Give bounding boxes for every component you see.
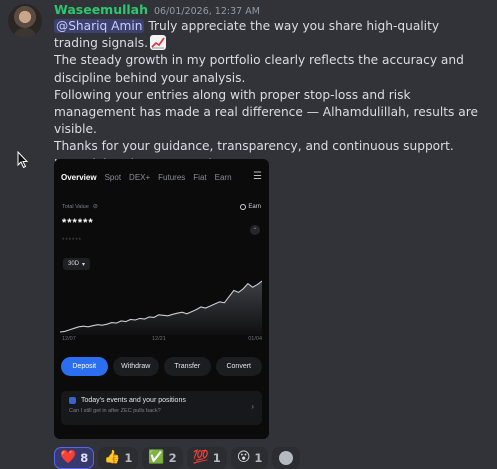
user-avatar[interactable] [8, 4, 42, 38]
message: Waseemullah 06/01/2026, 12:37 AM @Shariq… [54, 2, 484, 173]
events-subtitle: Can I still get in after ZEC pulls back? [69, 408, 161, 414]
events-title: Today's events and your positions [81, 397, 186, 404]
total-value-row: Total Value ⊘ Earn [62, 203, 261, 210]
total-value-label: Total Value [62, 203, 89, 210]
earn-label: Earn [248, 203, 261, 210]
chart-increasing-emoji [150, 35, 166, 51]
tab-spot[interactable]: Spot [105, 173, 121, 182]
convert-button[interactable]: Convert [215, 357, 262, 376]
heart-emoji-icon: ❤️ [60, 450, 77, 465]
check-mark-emoji-icon: ✅ [148, 450, 165, 465]
balance-masked: ****** [62, 217, 94, 229]
portfolio-chart [60, 280, 262, 335]
user-mention[interactable]: @Shariq Amin [54, 19, 145, 33]
add-reaction-icon [279, 451, 294, 465]
chevron-up-icon[interactable]: ⌃ [250, 225, 260, 235]
chart-area-fill [60, 281, 262, 335]
events-icon [69, 397, 76, 404]
reaction-count: 1 [124, 451, 133, 465]
tab-overview[interactable]: Overview [61, 173, 97, 182]
events-title-row: Today's events and your positions [69, 397, 254, 404]
mouse-cursor-icon [17, 151, 29, 169]
withdraw-button[interactable]: Withdraw [112, 357, 159, 376]
reaction-hundred-points[interactable]: 💯 1 [186, 447, 227, 469]
tab-futures[interactable]: Futures [158, 173, 185, 182]
reaction-thumbs-up[interactable]: 👍 1 [98, 447, 139, 469]
period-selector[interactable]: 30D ▾ [63, 258, 91, 270]
hushed-face-emoji-icon: 😮 [236, 450, 251, 465]
reaction-count: 8 [80, 451, 89, 465]
portfolio-tabs: Overview Spot DEX+ Futures Fiat Earn ☰ [54, 159, 269, 183]
username[interactable]: Waseemullah [54, 2, 148, 17]
message-paragraph: The steady growth in my portfolio clearl… [54, 53, 464, 85]
chevron-right-icon: › [251, 402, 254, 411]
reaction-hushed-face[interactable]: 😮 1 [230, 447, 269, 469]
tab-dex[interactable]: DEX+ [129, 173, 150, 182]
x-tick-label: 12/21 [152, 336, 166, 342]
earn-icon [240, 203, 247, 210]
reaction-check-mark[interactable]: ✅ 2 [142, 447, 183, 469]
thumbs-up-emoji-icon: 👍 [104, 450, 121, 465]
deposit-button[interactable]: Deposit [61, 357, 108, 376]
sub-balance-masked: ****** [62, 238, 83, 244]
reaction-count: 1 [212, 451, 221, 465]
caret-down-icon: ▾ [82, 261, 86, 268]
add-reaction-button[interactable] [272, 447, 301, 469]
menu-icon[interactable]: ☰ [253, 172, 262, 182]
tab-earn[interactable]: Earn [215, 173, 232, 182]
reaction-heart[interactable]: ❤️ 8 [54, 447, 95, 469]
tab-fiat[interactable]: Fiat [193, 173, 206, 182]
period-label: 30D [68, 261, 80, 267]
action-buttons: Deposit Withdraw Transfer Convert [61, 357, 262, 376]
earn-link[interactable]: Earn [240, 203, 261, 210]
x-tick-label: 12/07 [62, 336, 76, 342]
transfer-button[interactable]: Transfer [164, 357, 211, 376]
hundred-points-emoji-icon: 💯 [192, 450, 209, 465]
image-attachment[interactable]: Overview Spot DEX+ Futures Fiat Earn ☰ T… [54, 159, 269, 439]
hide-balance-icon[interactable]: ⊘ [93, 203, 98, 210]
message-content: @Shariq Amin Truly appreciate the way yo… [54, 18, 484, 173]
message-paragraph: @Shariq Amin Truly appreciate the way yo… [54, 18, 484, 52]
reaction-count: 2 [168, 451, 177, 465]
reactions-bar: ❤️ 8 👍 1 ✅ 2 💯 1 😮 1 [54, 447, 301, 469]
message-paragraph: Following your entries along with proper… [54, 87, 478, 137]
reaction-count: 1 [254, 451, 263, 465]
message-header: Waseemullah 06/01/2026, 12:37 AM [54, 2, 484, 18]
timestamp: 06/01/2026, 12:37 AM [154, 6, 260, 17]
events-card[interactable]: Today's events and your positions Can I … [61, 391, 262, 425]
x-tick-label: 01/04 [248, 336, 262, 342]
